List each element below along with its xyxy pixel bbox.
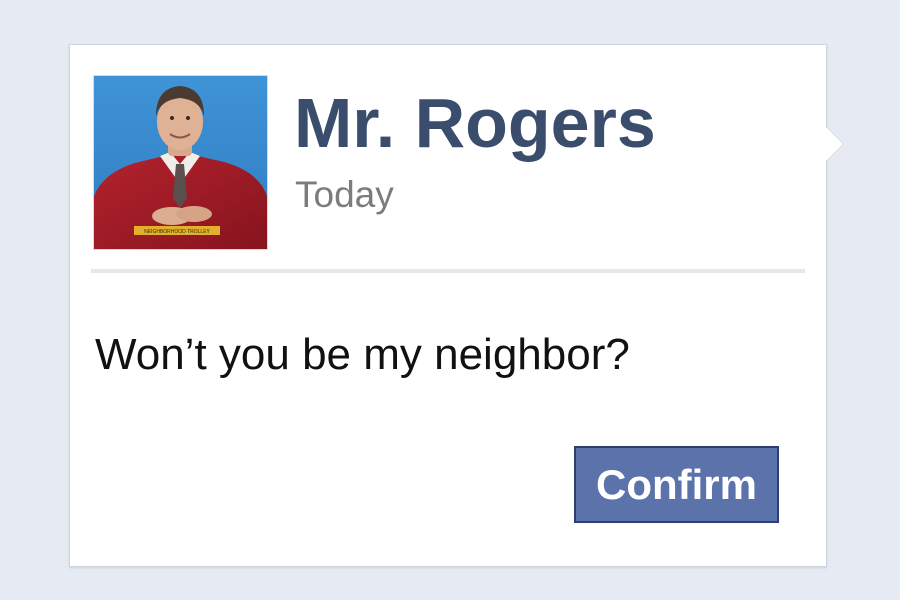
timestamp: Today <box>295 174 394 215</box>
sender-name[interactable]: Mr. Rogers <box>294 81 656 165</box>
avatar[interactable]: NEIGHBORHOOD TROLLEY <box>93 75 268 250</box>
request-message: Won’t you be my neighbor? <box>95 330 630 379</box>
friend-request-card: NEIGHBORHOOD TROLLEY Mr. Rogers Today Wo… <box>69 44 843 567</box>
divider <box>91 269 805 273</box>
avatar-sign-text: NEIGHBORHOOD TROLLEY <box>144 229 210 235</box>
card-pointer <box>826 127 843 161</box>
confirm-button[interactable]: Confirm <box>574 446 779 523</box>
